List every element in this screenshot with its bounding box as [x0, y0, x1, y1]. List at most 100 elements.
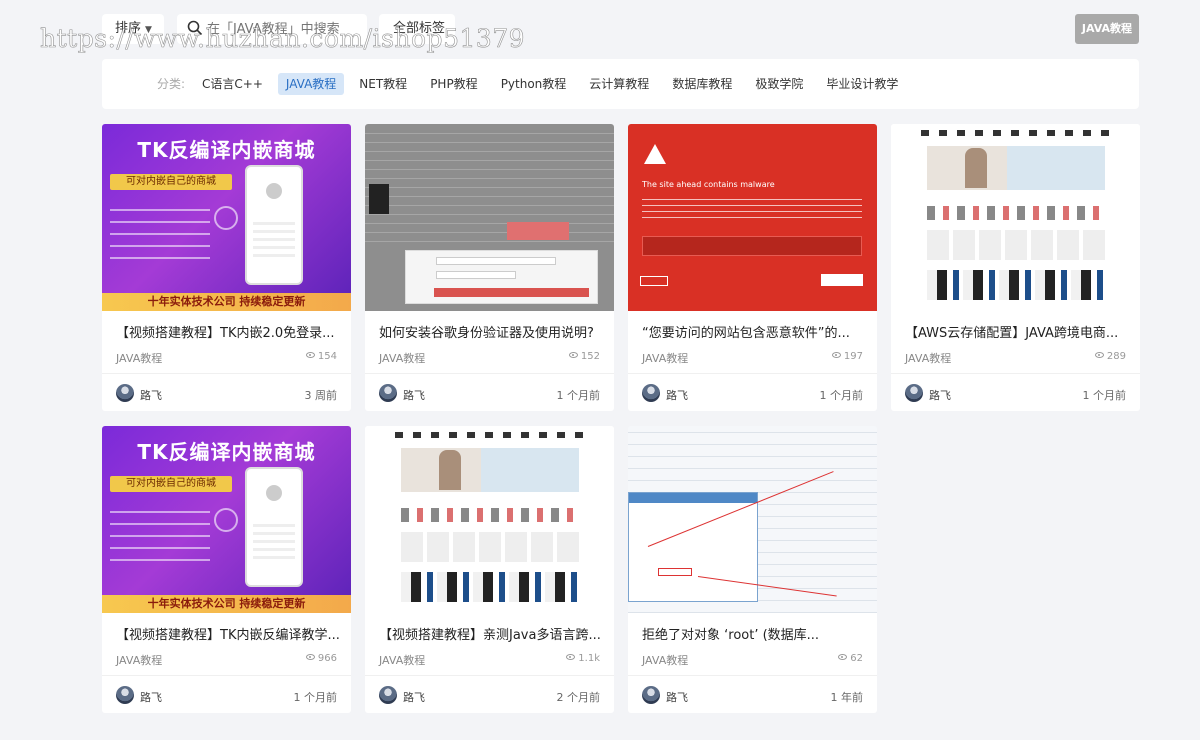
product-grid [927, 230, 1105, 260]
article-card[interactable]: 【AWS云存储配置】JAVA跨境电商... JAVA教程 289 路飞 1 个月前 [891, 124, 1140, 411]
article-category[interactable]: JAVA教程 [905, 350, 951, 366]
eye-icon [566, 654, 576, 660]
eye-icon [568, 352, 578, 358]
view-count: 152 [568, 351, 600, 362]
article-title[interactable]: 【视频搭建教程】TK内嵌2.0免登录... [116, 322, 341, 341]
avatar[interactable] [379, 686, 397, 704]
post-time: 1 个月前 [293, 691, 338, 704]
thumbnail-image[interactable] [365, 124, 614, 311]
avatar[interactable] [642, 686, 660, 704]
category-item[interactable]: PHP教程 [422, 73, 486, 95]
category-item[interactable]: 云计算教程 [581, 73, 657, 95]
article-title[interactable]: 【视频搭建教程】TK内嵌反编译教学... [116, 624, 341, 643]
divider [365, 675, 614, 676]
category-item[interactable]: JAVA教程 [277, 73, 345, 95]
eye-icon [1094, 352, 1104, 358]
divider [628, 675, 877, 676]
article-card[interactable]: TK反编译内嵌商城可对内嵌自己的商城十年实体技术公司 持续稳定更新 【视频搭建教程… [102, 426, 351, 713]
thumbnail-banner: 十年实体技术公司 持续稳定更新 [102, 595, 351, 613]
chevron-down-icon: ▼ [145, 25, 152, 35]
author-name[interactable]: 路飞 [403, 689, 425, 705]
search-input[interactable] [207, 19, 357, 39]
product-grid [927, 270, 1105, 300]
article-card[interactable]: The site ahead contains malware “您要访问的网站包… [628, 124, 877, 411]
eye-icon [305, 654, 315, 660]
category-item[interactable]: 数据库教程 [664, 73, 740, 95]
eye-icon [838, 654, 848, 660]
article-title[interactable]: 如何安装谷歌身份验证器及使用说明? [379, 322, 604, 341]
back-button-mockup [821, 274, 863, 286]
article-category[interactable]: JAVA教程 [379, 652, 425, 668]
search-icon [187, 20, 203, 36]
thumbnail-badge: 可对内嵌自己的商城 [110, 174, 232, 190]
author-name[interactable]: 路飞 [666, 689, 688, 705]
thumbnail-heading: TK反编译内嵌商城 [137, 138, 316, 162]
avatar[interactable] [116, 686, 134, 704]
divider [628, 373, 877, 374]
view-count-value: 966 [317, 653, 337, 664]
avatar[interactable] [379, 384, 397, 402]
article-category[interactable]: JAVA教程 [642, 652, 688, 668]
category-item[interactable]: NET教程 [351, 73, 415, 95]
warning-paragraph [642, 198, 862, 218]
category-bar: 分类: C语言C++ JAVA教程 NET教程 PHP教程 Python教程 云计算教程数… [102, 59, 1139, 109]
view-count-value: 62 [850, 653, 863, 664]
category-item[interactable]: 极致学院 [747, 73, 811, 95]
article-category[interactable]: JAVA教程 [642, 350, 688, 366]
view-count: 1.1k [566, 653, 600, 664]
category-item[interactable]: 毕业设计教学 [818, 73, 906, 95]
sort-dropdown[interactable]: 排序 ▼ [102, 14, 164, 44]
article-title[interactable]: “您要访问的网站包含恶意软件”的... [642, 322, 867, 341]
thumbnail-image[interactable] [365, 426, 614, 613]
thumbnail-image[interactable]: The site ahead contains malware [628, 124, 877, 311]
avatar[interactable] [905, 384, 923, 402]
shop-hero [927, 146, 1105, 190]
article-card[interactable]: 拒绝了对对象 ‘root’ (数据库... JAVA教程 62 路飞 1 年前 [628, 426, 877, 713]
thumbnail-banner: 十年实体技术公司 持续稳定更新 [102, 293, 351, 311]
current-tag-button[interactable]: JAVA教程 [1075, 14, 1139, 44]
category-list: C语言C++ JAVA教程 NET教程 PHP教程 Python教程 云计算教程 数据库教程… [194, 73, 913, 95]
phone-mockup [245, 165, 303, 285]
post-time: 1 年前 [830, 691, 864, 704]
post-time: 1 个月前 [819, 389, 864, 402]
post-time: 1 个月前 [556, 389, 601, 402]
view-count: 966 [305, 653, 337, 664]
author-name[interactable]: 路飞 [140, 689, 162, 705]
article-card[interactable]: TK反编译内嵌商城可对内嵌自己的商城十年实体技术公司 持续稳定更新 【视频搭建教程… [102, 124, 351, 411]
thumbnail-heading: TK反编译内嵌商城 [137, 440, 316, 464]
eye-icon [831, 352, 841, 358]
author-name[interactable]: 路飞 [403, 387, 425, 403]
phone-mockup [245, 467, 303, 587]
all-tags-button[interactable]: 全部标签 [379, 14, 455, 44]
search-box[interactable] [177, 14, 367, 44]
eye-icon [305, 352, 315, 358]
view-count-value: 1.1k [578, 653, 600, 664]
thumbnail-image[interactable]: TK反编译内嵌商城可对内嵌自己的商城十年实体技术公司 持续稳定更新 [102, 124, 351, 311]
article-card[interactable]: 如何安装谷歌身份验证器及使用说明? JAVA教程 152 路飞 1 个月前 [365, 124, 614, 411]
thumbnail-badge: 可对内嵌自己的商城 [110, 476, 232, 492]
article-category[interactable]: JAVA教程 [116, 350, 162, 366]
shop-nav [395, 432, 585, 438]
article-category[interactable]: JAVA教程 [116, 652, 162, 668]
article-card[interactable]: 【视频搭建教程】亲测Java多语言跨... JAVA教程 1.1k 路飞 2 个月前 [365, 426, 614, 713]
author-name[interactable]: 路飞 [666, 387, 688, 403]
thumbnail-image[interactable] [628, 426, 877, 613]
article-title[interactable]: 【视频搭建教程】亲测Java多语言跨... [379, 624, 604, 643]
article-category[interactable]: JAVA教程 [379, 350, 425, 366]
avatar[interactable] [642, 384, 660, 402]
post-time: 1 个月前 [1082, 389, 1127, 402]
thumbnail-image[interactable]: TK反编译内嵌商城可对内嵌自己的商城十年实体技术公司 持续稳定更新 [102, 426, 351, 613]
all-tags-label: 全部标签 [393, 21, 446, 36]
category-item[interactable]: Python教程 [493, 73, 575, 95]
post-time: 2 个月前 [556, 691, 601, 704]
article-title[interactable]: 拒绝了对对象 ‘root’ (数据库... [642, 624, 867, 643]
qr-code-image [369, 184, 389, 214]
avatar[interactable] [116, 384, 134, 402]
article-title[interactable]: 【AWS云存储配置】JAVA跨境电商... [905, 322, 1130, 341]
author-name[interactable]: 路飞 [140, 387, 162, 403]
category-item[interactable]: C语言C++ [194, 73, 271, 95]
thumbnail-image[interactable] [891, 124, 1140, 311]
product-row [401, 508, 579, 522]
author-name[interactable]: 路飞 [929, 387, 951, 403]
view-count-value: 152 [580, 351, 600, 362]
